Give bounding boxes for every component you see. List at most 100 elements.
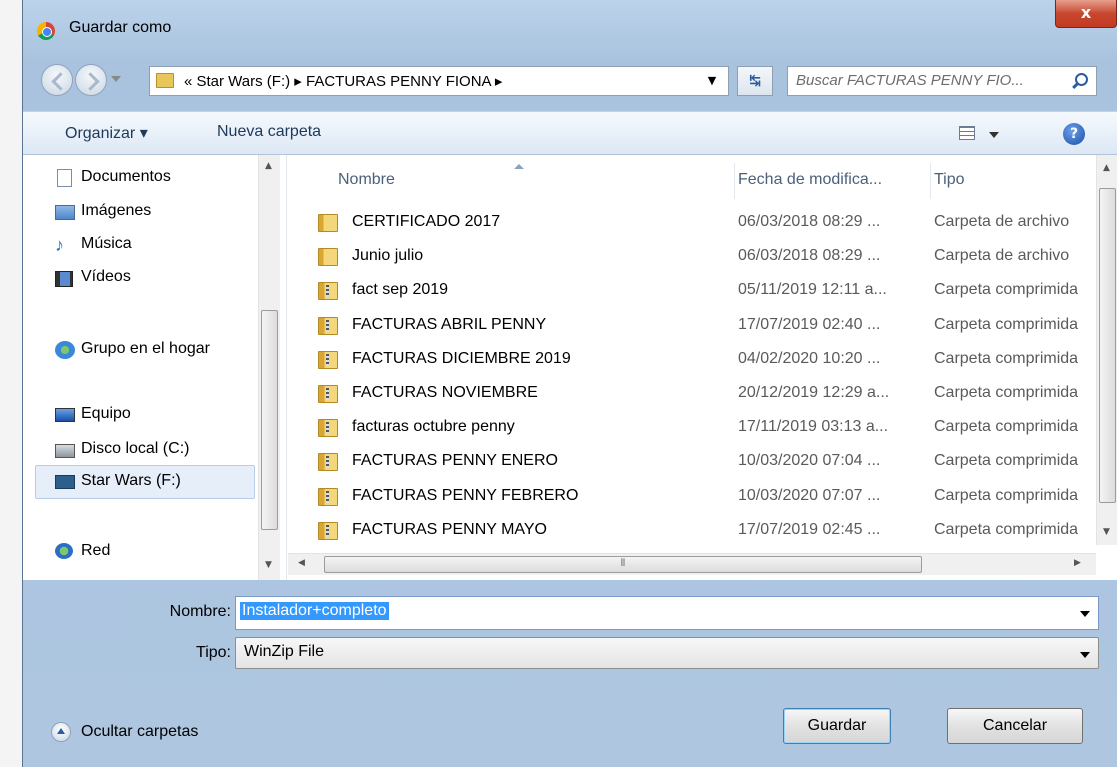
new-folder-button[interactable]: Nueva carpeta (217, 123, 321, 141)
file-date: 20/12/2019 12:29 a... (738, 384, 890, 401)
help-icon[interactable]: ? (1063, 123, 1085, 145)
chevron-down-icon[interactable] (1080, 611, 1090, 617)
scrollbar-thumb[interactable]: ⦀ (324, 556, 922, 573)
scrollbar-thumb[interactable] (261, 310, 278, 530)
file-name: CERTIFICADO 2017 (352, 213, 501, 230)
file-list-vertical-scrollbar[interactable]: ▲ ▼ (1096, 155, 1117, 545)
scroll-right-arrow-icon[interactable]: ▶ (1074, 558, 1081, 568)
zip-folder-icon (318, 419, 338, 438)
sidebar-item-label: Star Wars (F:) (81, 472, 181, 489)
video-icon (55, 271, 73, 287)
zip-folder-icon (318, 282, 338, 301)
cancel-button[interactable]: Cancelar (947, 708, 1083, 744)
sidebar-item-documentos[interactable]: Documentos (57, 168, 171, 196)
scroll-down-arrow-icon[interactable]: ▼ (1103, 527, 1110, 537)
zip-folder-icon (318, 385, 338, 403)
file-name-value[interactable]: Instalador+completo (240, 602, 389, 620)
column-header-date[interactable]: Fecha de modifica... (738, 155, 928, 203)
sidebar-item-equipo[interactable]: Equipo (55, 405, 131, 433)
sidebar-item-musica[interactable]: ♪ Música (55, 235, 132, 263)
pictures-icon (55, 205, 75, 220)
chrome-icon (37, 22, 55, 40)
file-type: Carpeta comprimida (934, 315, 1079, 333)
sidebar-item-homegroup[interactable]: Grupo en el hogar (55, 340, 210, 368)
table-row[interactable]: Junio julio 06/03/2018 08:29 ... Carpeta d… (308, 241, 1098, 275)
scroll-left-arrow-icon[interactable]: ◀ (298, 558, 305, 568)
file-type: Carpeta comprimida (934, 418, 1079, 436)
navigation-pane: Documentos Imágenes ♪ Música Vídeos Grup… (23, 155, 287, 580)
table-row[interactable]: FACTURAS PENNY ENERO 10/03/2020 07:04 ...… (308, 446, 1098, 480)
save-button[interactable]: Guardar (783, 708, 891, 744)
view-options-icon[interactable] (959, 126, 975, 140)
table-row[interactable]: FACTURAS DICIEMBRE 2019 04/02/2020 10:20 … (308, 344, 1098, 378)
column-divider[interactable] (930, 163, 931, 199)
scroll-up-arrow-icon[interactable]: ▲ (265, 161, 272, 171)
breadcrumb[interactable]: « Star Wars (F:) ▸ FACTURAS PENNY FIONA … (184, 72, 502, 90)
file-date: 10/03/2020 07:07 ... (738, 486, 881, 504)
table-row[interactable]: FACTURAS NOVIEMBRE 20/12/2019 12:29 a... C… (308, 378, 1098, 412)
file-date: 06/03/2018 08:29 ... (738, 213, 881, 230)
search-input[interactable]: Buscar FACTURAS PENNY FIO... (796, 72, 1024, 89)
file-name: FACTURAS PENNY ENERO (352, 452, 558, 470)
music-icon: ♪ (55, 235, 64, 255)
sidebar-item-label: Equipo (81, 405, 131, 422)
sidebar-item-label: Grupo en el hogar (81, 340, 210, 357)
scroll-up-arrow-icon[interactable]: ▲ (1103, 163, 1110, 173)
toolbar: Organizar ▾ Nueva carpeta ? (23, 111, 1117, 155)
file-date: 06/03/2018 08:29 ... (738, 247, 881, 265)
chevron-down-icon[interactable] (1080, 652, 1090, 658)
sidebar-item-red[interactable]: Red (55, 542, 111, 570)
file-type: Carpeta comprimida (934, 452, 1079, 470)
save-as-dialog: Guardar como x « Star Wars (F:) ▸ FACTUR… (22, 0, 1117, 767)
sidebar-item-star-wars[interactable]: Star Wars (F:) (55, 472, 181, 500)
back-button[interactable] (41, 64, 73, 96)
hide-folders-label: Ocultar carpetas (81, 723, 199, 740)
document-icon (57, 169, 72, 187)
sidebar-item-videos[interactable]: Vídeos (55, 268, 131, 296)
file-type-select[interactable]: WinZip File (235, 637, 1099, 669)
file-list-horizontal-scrollbar[interactable]: ◀ ⦀ ▶ (288, 553, 1096, 575)
sidebar-item-label: Imágenes (81, 202, 152, 219)
scrollbar-thumb[interactable] (1099, 188, 1116, 503)
sidebar-item-label: Red (81, 542, 111, 559)
sidebar-item-label: Música (81, 235, 132, 252)
address-dropdown-chevron-icon[interactable]: ▼ (696, 67, 728, 95)
close-button[interactable]: x (1055, 0, 1117, 28)
zip-folder-icon (318, 453, 338, 472)
zip-folder-icon (318, 487, 338, 506)
address-bar[interactable]: « Star Wars (F:) ▸ FACTURAS PENNY FIONA … (149, 66, 729, 96)
forward-button[interactable] (75, 64, 107, 96)
local-disk-icon (55, 444, 75, 458)
table-row[interactable]: FACTURAS PENNY MAYO 17/07/2019 02:45 ... C… (308, 515, 1098, 549)
column-divider[interactable] (734, 163, 735, 199)
file-type: Carpeta de archivo (934, 247, 1070, 265)
title-bar: Guardar como x (23, 0, 1117, 56)
file-type: Carpeta comprimida (934, 349, 1079, 367)
file-type: Carpeta de archivo (934, 213, 1070, 230)
file-name-field[interactable]: Instalador+completo (235, 596, 1099, 630)
view-chevron-down-icon[interactable] (989, 132, 999, 138)
scroll-down-arrow-icon[interactable]: ▼ (265, 560, 272, 570)
table-row[interactable]: FACTURAS ABRIL PENNY 17/07/2019 02:40 ...… (308, 310, 1098, 344)
table-row[interactable]: fact sep 2019 05/11/2019 12:11 a... Carpet… (308, 275, 1098, 309)
navigation-bar: « Star Wars (F:) ▸ FACTURAS PENNY FIONA … (23, 56, 1117, 106)
sidebar-item-local-disk[interactable]: Disco local (C:) (55, 440, 189, 468)
table-row[interactable]: CERTIFICADO 2017 06/03/2018 08:29 ... Carp… (308, 207, 1098, 241)
folder-icon (156, 73, 174, 88)
search-box[interactable]: Buscar FACTURAS PENNY FIO... (787, 66, 1097, 96)
file-type: Carpeta comprimida (934, 486, 1079, 504)
column-header-type[interactable]: Tipo (934, 155, 1094, 203)
network-icon (55, 543, 73, 559)
file-list: Nombre Fecha de modifica... Tipo CERTIFI… (288, 155, 1117, 580)
organize-button[interactable]: Organizar ▾ (65, 123, 148, 143)
refresh-button[interactable]: ↹ (737, 66, 773, 96)
file-name: facturas octubre penny (352, 418, 515, 436)
sidebar-item-imagenes[interactable]: Imágenes (55, 202, 152, 230)
table-row[interactable]: facturas octubre penny 17/11/2019 03:13 a… (308, 412, 1098, 446)
recent-locations-chevron-icon[interactable] (111, 76, 121, 82)
file-type-value: WinZip File (244, 643, 325, 660)
column-header-name[interactable]: Nombre (338, 155, 738, 203)
table-row[interactable]: FACTURAS PENNY FEBRERO 10/03/2020 07:07 .… (308, 481, 1098, 515)
search-icon[interactable] (1075, 73, 1088, 86)
navigation-scrollbar[interactable]: ▲ ▼ (258, 155, 280, 580)
